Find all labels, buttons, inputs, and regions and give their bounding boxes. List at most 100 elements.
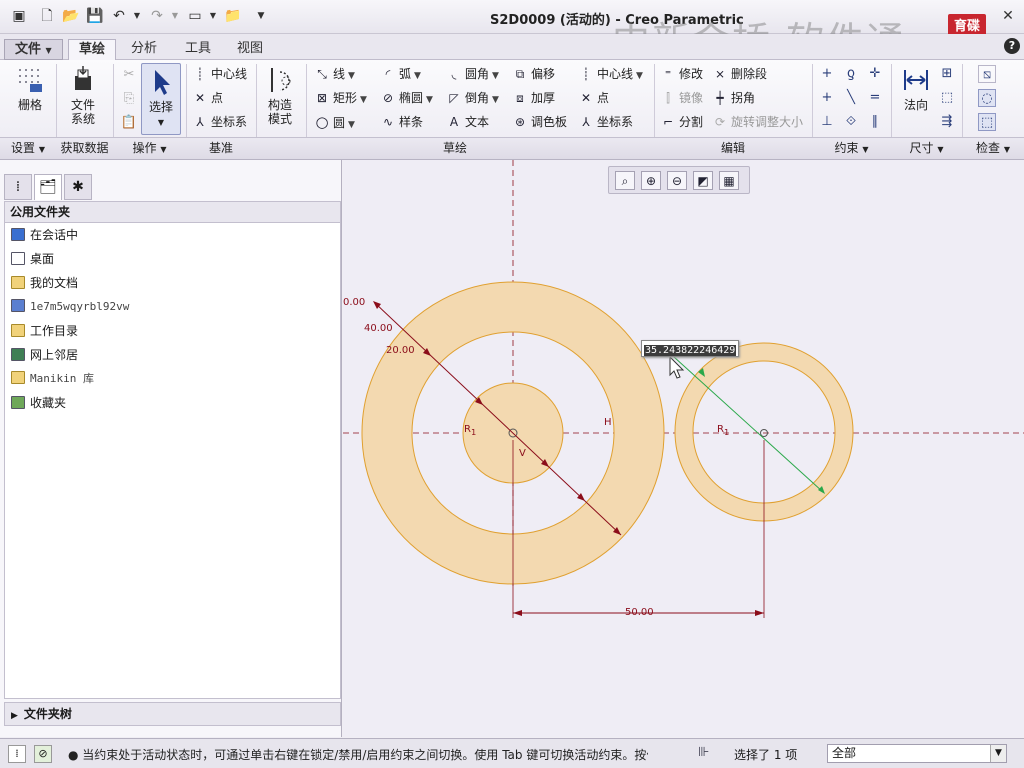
grid-button[interactable]: 栅格 bbox=[10, 66, 50, 112]
window-dropdown-icon[interactable]: ▼ bbox=[204, 7, 222, 25]
chevron-down-icon: ▼ bbox=[937, 145, 944, 154]
chamfer-button[interactable]: ◸ 倒角 ▼ bbox=[446, 88, 499, 108]
dimension-text-50[interactable]: 50.00 bbox=[625, 607, 654, 618]
tangent-constraint-icon[interactable]: ƍ bbox=[842, 65, 860, 83]
normal-dimension-button[interactable]: 法向 bbox=[896, 66, 936, 112]
sketch-drawing[interactable] bbox=[343, 160, 1024, 737]
parallel-constraint-icon[interactable]: ∥ bbox=[866, 113, 884, 131]
tab-analysis[interactable]: 分析 bbox=[121, 39, 167, 60]
divide-icon: ⌐ bbox=[662, 115, 674, 129]
chevron-right-icon: ▶ bbox=[11, 711, 18, 721]
folder-my-documents[interactable]: 我的文档 bbox=[11, 273, 78, 293]
help-icon[interactable]: ? bbox=[1004, 38, 1020, 54]
corner-button[interactable]: ┿ 拐角 bbox=[712, 88, 755, 108]
divide-button[interactable]: ⌐ 分割 bbox=[660, 112, 703, 132]
folder-browser-tab-icon[interactable]: 🗂 bbox=[34, 174, 62, 200]
overlap-icon[interactable]: ⧅ bbox=[978, 65, 996, 83]
datum-coord-sys-button[interactable]: ⅄ 坐标系 bbox=[192, 112, 247, 132]
circle-button[interactable]: ○ 圆 ▼ bbox=[314, 112, 354, 132]
graphics-area[interactable]: ⌕ ⊕ ⊖ ◩ ▦ 0.00 40.00 20.00 50.00 H V R1 … bbox=[343, 160, 1024, 737]
file-system-button[interactable]: 文件 系统 bbox=[62, 66, 104, 126]
paste-icon[interactable]: 📋 bbox=[120, 114, 138, 132]
thicken-button[interactable]: ⧈ 加厚 bbox=[512, 88, 555, 108]
app-icon: ▣ bbox=[12, 8, 26, 24]
horizontal-constraint-icon[interactable]: + bbox=[818, 89, 836, 107]
close-icon[interactable]: ✕ bbox=[998, 6, 1018, 26]
sketch-centerline-button[interactable]: ┊ 中心线 ▼ bbox=[578, 64, 643, 84]
dimension-text-40[interactable]: 40.00 bbox=[364, 323, 393, 334]
folder-computer[interactable]: 1e7m5wqyrbl92vw bbox=[11, 297, 129, 317]
copy-icon[interactable]: ⎘ bbox=[120, 90, 138, 108]
sketch-point-button[interactable]: ✕ 点 bbox=[578, 88, 609, 108]
text-button[interactable]: A 文本 bbox=[446, 112, 489, 132]
spline-label: 样条 bbox=[399, 115, 424, 129]
perpendicular-constraint-icon[interactable]: ⊥ bbox=[818, 113, 836, 131]
tab-sketch[interactable]: 草绘 bbox=[68, 39, 117, 60]
delete-segment-button[interactable]: ⨯ 删除段 bbox=[712, 64, 767, 84]
rectangle-button[interactable]: ⊠ 矩形 ▼ bbox=[314, 88, 367, 108]
group-operations[interactable]: 操作 ▼ bbox=[113, 137, 186, 159]
folder-network[interactable]: 网上邻居 bbox=[11, 345, 78, 365]
shade-closed-loops-icon[interactable]: ⬚ bbox=[978, 113, 996, 131]
dimension-text[interactable]: 0.00 bbox=[343, 297, 365, 308]
reference-icon[interactable]: ⬚ bbox=[938, 89, 956, 107]
window-icon[interactable]: ▭ bbox=[186, 7, 204, 25]
group-dimension[interactable]: 尺寸 ▼ bbox=[891, 137, 962, 159]
tab-view[interactable]: 视图 bbox=[227, 39, 273, 60]
spline-button[interactable]: ∿ 样条 bbox=[380, 112, 423, 132]
folder-in-session[interactable]: 在会话中 bbox=[11, 225, 78, 245]
rotate-resize-button[interactable]: ⟳ 旋转调整大小 bbox=[712, 112, 803, 132]
palette-button[interactable]: ⊛ 调色板 bbox=[512, 112, 567, 132]
line-button[interactable]: ⤡ 线 ▼ bbox=[314, 64, 355, 84]
datum-point-button[interactable]: ✕ 点 bbox=[192, 88, 223, 108]
browser-toggle-icon[interactable]: ⊘ bbox=[34, 745, 52, 763]
favorites-tab-icon[interactable]: ✱ bbox=[64, 174, 92, 200]
new-file-icon[interactable]: 🗋 bbox=[38, 7, 56, 25]
mirror-button[interactable]: ⫿ 镜像 bbox=[660, 88, 703, 108]
baseline-icon[interactable]: ⇶ bbox=[938, 113, 956, 131]
coincident-constraint-icon[interactable]: ╲ bbox=[842, 89, 860, 107]
folder-manikin[interactable]: Manikin 库 bbox=[11, 369, 94, 389]
construct-mode-button[interactable]: 构造 模式 bbox=[260, 66, 300, 126]
symmetric-constraint-icon[interactable]: ⟐ bbox=[842, 113, 860, 131]
tab-file[interactable]: 文件 ▼ bbox=[4, 39, 63, 60]
equal-constraint-icon[interactable]: = bbox=[866, 89, 884, 107]
midpoint-constraint-icon[interactable]: ✛ bbox=[866, 65, 884, 83]
folder-desktop[interactable]: 桌面 bbox=[11, 249, 54, 269]
open-folder-icon[interactable]: 📂 bbox=[62, 7, 80, 25]
arc-button[interactable]: ◜ 弧 ▼ bbox=[380, 64, 421, 84]
datum-centerline-button[interactable]: ┊ 中心线 bbox=[192, 64, 247, 84]
select-button[interactable]: 选择 ▼ bbox=[141, 63, 181, 135]
model-tree-tab-icon[interactable]: ⁞ bbox=[4, 174, 32, 200]
navigator-toggle-icon[interactable]: ⁞ bbox=[8, 745, 26, 763]
dimension-text-20[interactable]: 20.00 bbox=[386, 345, 415, 356]
group-constrain[interactable]: 约束 ▼ bbox=[812, 137, 891, 159]
selection-filter-icon[interactable]: ⊪ bbox=[698, 745, 709, 760]
cut-icon[interactable]: ✂ bbox=[120, 66, 138, 84]
sketch-coord-sys-button[interactable]: ⅄ 坐标系 bbox=[578, 112, 633, 132]
ellipse-button[interactable]: ⊘ 椭圆 ▼ bbox=[380, 88, 433, 108]
redo-icon[interactable]: ↷ bbox=[148, 7, 166, 25]
folder-tree-toggle[interactable]: ▶ 文件夹树 bbox=[4, 702, 341, 726]
customize-toolbar-icon[interactable]: ▼ bbox=[252, 7, 270, 25]
tab-tools[interactable]: 工具 bbox=[175, 39, 221, 60]
vertical-constraint-icon[interactable]: + bbox=[818, 65, 836, 83]
folder-favorites[interactable]: 收藏夹 bbox=[11, 393, 66, 413]
perimeter-icon[interactable]: ⊞ bbox=[938, 65, 956, 83]
undo-icon[interactable]: ↶ bbox=[110, 7, 128, 25]
group-setup[interactable]: 设置 ▼ bbox=[0, 137, 56, 159]
save-icon[interactable]: 💾 bbox=[86, 7, 104, 25]
group-inspect[interactable]: 检查 ▼ bbox=[962, 137, 1024, 159]
fillet-button[interactable]: ◟ 圆角 ▼ bbox=[446, 64, 499, 84]
close-window-folder-icon[interactable]: 📁 bbox=[224, 7, 242, 25]
undo-dropdown-icon[interactable]: ▼ bbox=[128, 7, 146, 25]
constraint-label-h: H bbox=[604, 417, 612, 428]
offset-label: 偏移 bbox=[531, 67, 556, 81]
folder-working-directory[interactable]: 工作目录 bbox=[11, 321, 78, 341]
dimension-value-input[interactable]: 35.243822246429 bbox=[641, 340, 740, 357]
modify-button[interactable]: ⁼ 修改 bbox=[660, 64, 703, 84]
redo-dropdown-icon[interactable]: ▼ bbox=[166, 7, 184, 25]
highlight-open-ends-icon[interactable]: ◌ bbox=[978, 89, 996, 107]
offset-button[interactable]: ⧉ 偏移 bbox=[512, 64, 555, 84]
selection-filter-select[interactable]: 全部 ▼ bbox=[827, 744, 1007, 763]
